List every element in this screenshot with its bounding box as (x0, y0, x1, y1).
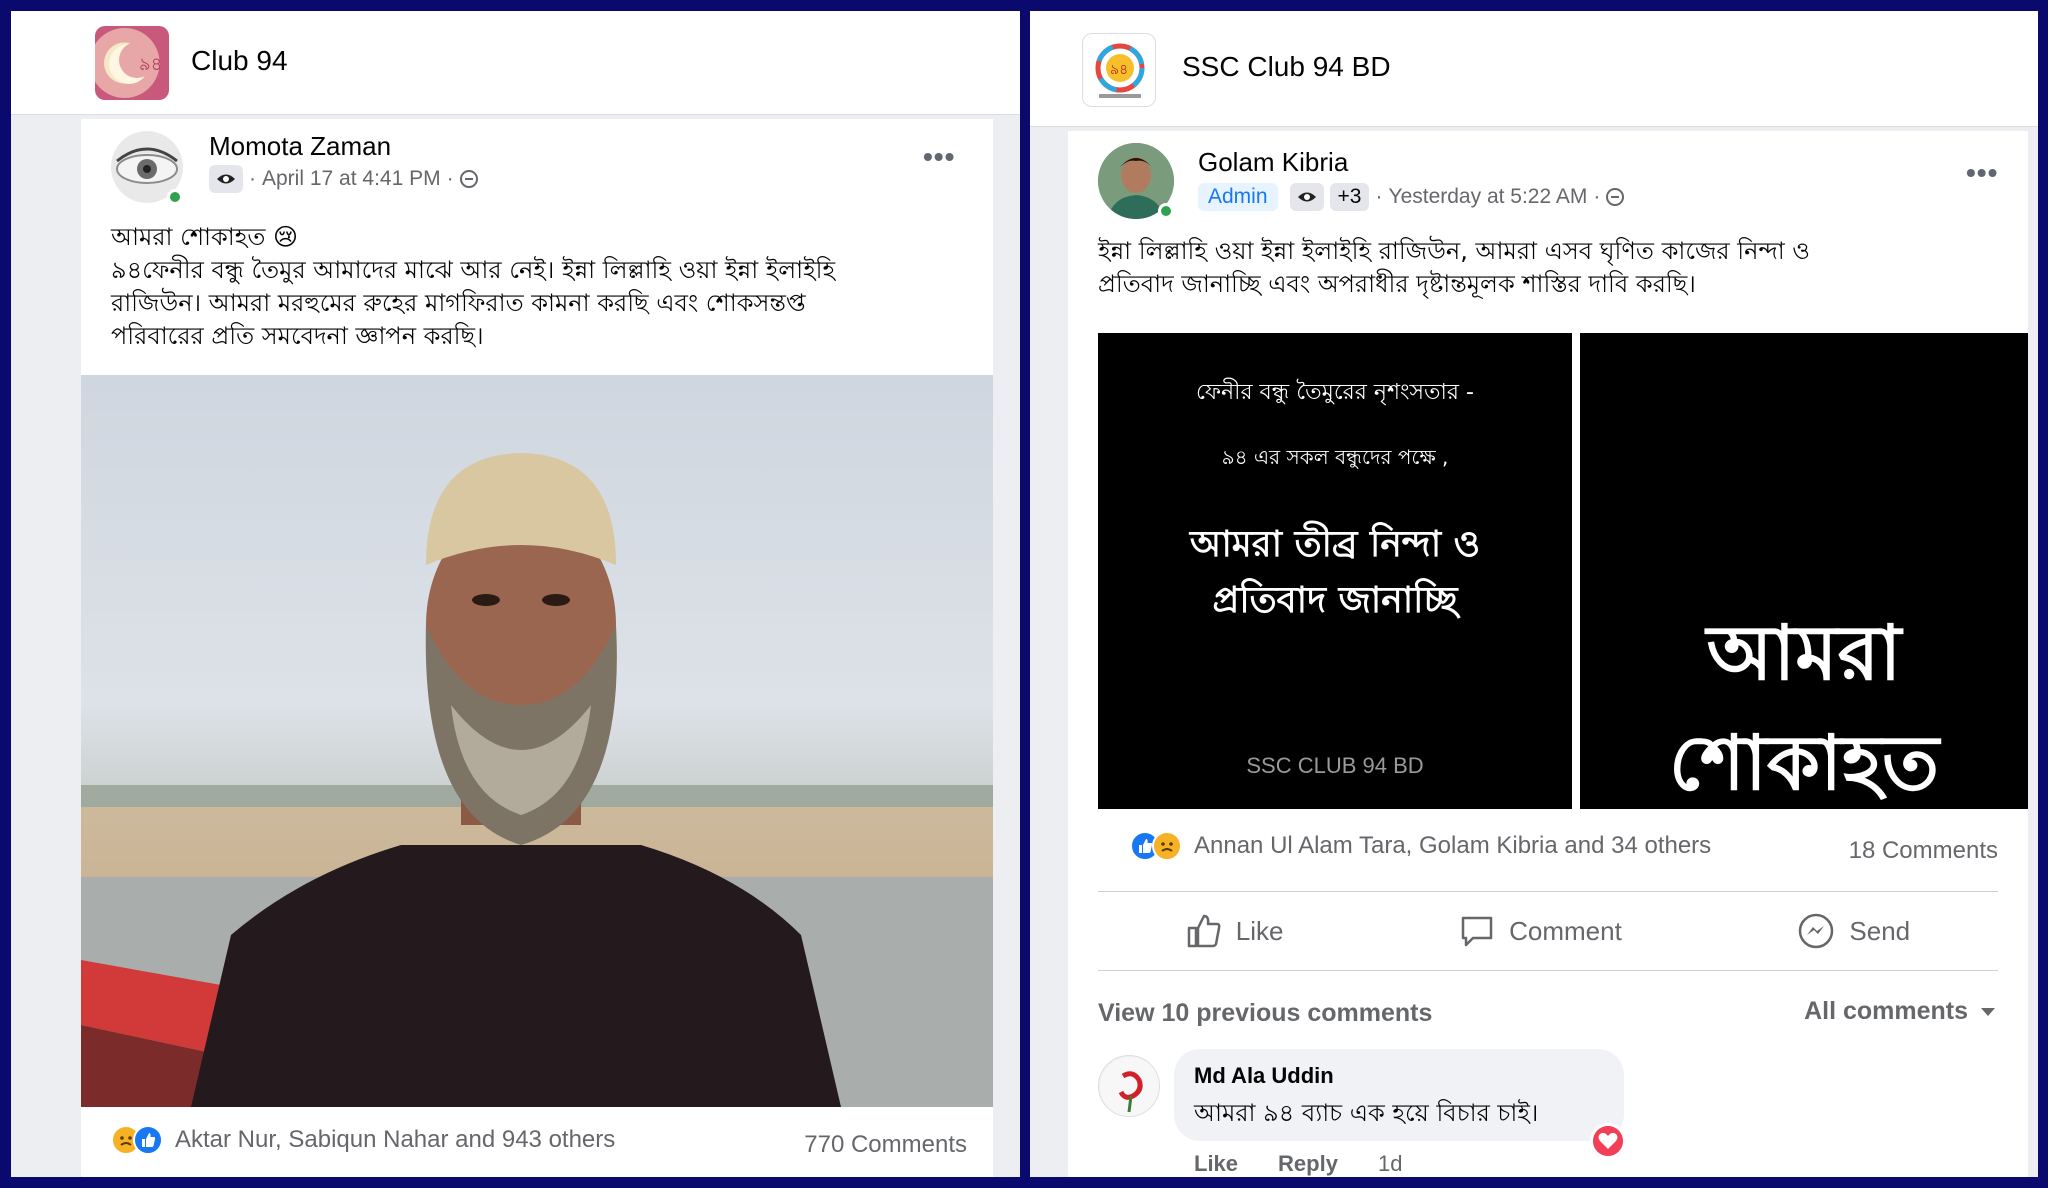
comment-bubble: Md Ala Uddin আমরা ৯৪ ব্যাচ এক হয়ে বিচার… (1174, 1049, 1624, 1141)
globe-icon (459, 170, 478, 188)
image-headline: প্রতিবাদ জানাচ্ছি (1212, 580, 1458, 621)
reaction-summary[interactable]: Annan Ul Alam Tara, Golam Kibria and 34 … (1130, 831, 1711, 861)
comment-author[interactable]: Md Ala Uddin (1194, 1063, 1334, 1089)
right-screenshot-panel: ৯৪ SSC Club 94 BD Golam Kibria Admin +3 … (1030, 11, 2038, 1177)
comment-label: Comment (1509, 915, 1622, 946)
post-text-line: পরিবারের প্রতি সমবেদনা জ্ঞাপন করছি। (111, 322, 484, 350)
image-headline: আমরা (1706, 608, 1902, 697)
comment-like-link[interactable]: Like (1194, 1151, 1238, 1177)
post-text: ইন্না লিল্লাহি ওয়া ইন্না ইলাইহি রাজিউন,… (1098, 235, 1810, 301)
crescent-icon: ৯৪ (109, 42, 162, 84)
post-card: Momota Zaman · April 17 at 4:41 PM · •••… (81, 119, 993, 1177)
send-label: Send (1849, 915, 1911, 946)
post-author-name[interactable]: Momota Zaman (209, 131, 391, 162)
group-logo[interactable]: ৯৪ (1082, 33, 1156, 107)
post-text-line: প্রতিবাদ জানাচ্ছি এবং অপরাধীর দৃষ্টান্তম… (1098, 270, 1696, 298)
rose-artwork-icon (1100, 1057, 1159, 1116)
image-caption-line: ফেনীর বন্ধু তৈমুরের নৃশংসতার - (1196, 380, 1474, 405)
sad-reaction-icon (1152, 831, 1182, 861)
group-logo[interactable]: ৯৪ (95, 26, 169, 100)
left-screenshot-panel: ৯৪ Club 94 Momota Zaman · April 17 at 4:… (11, 11, 1020, 1177)
comment-filter-dropdown[interactable]: All comments (1804, 997, 1996, 1026)
like-label: Like (1235, 915, 1284, 946)
post-meta: Admin +3 · Yesterday at 5:22 AM · (1198, 183, 1625, 211)
group-name[interactable]: Club 94 (191, 45, 288, 77)
comment-button[interactable]: Comment (1459, 914, 1622, 948)
online-status-dot (167, 189, 183, 205)
view-previous-comments-link[interactable]: View 10 previous comments (1098, 999, 1432, 1028)
post-author-name[interactable]: Golam Kibria (1198, 147, 1348, 178)
group-header: ৯৪ SSC Club 94 BD (1030, 11, 2038, 127)
comments-count[interactable]: 18 Comments (1849, 837, 1998, 865)
group-badge-icon[interactable] (1289, 183, 1324, 211)
post-card: Golam Kibria Admin +3 · Yesterday at 5:2… (1068, 131, 2028, 1177)
reaction-names: Annan Ul Alam Tara, Golam Kibria and 34 … (1194, 832, 1712, 859)
like-button[interactable]: Like (1186, 914, 1284, 948)
post-text-line: ইন্না লিল্লাহি ওয়া ইন্না ইলাইহি রাজিউন,… (1098, 237, 1810, 265)
group-header: ৯৪ Club 94 (11, 11, 1020, 115)
portrait-photo-icon (81, 453, 993, 1107)
send-button[interactable]: Send (1797, 912, 1910, 950)
post-text: আমরা শোকাহত 😢 ৯৪ফেনীর বন্ধু তৈমুর আমাদের… (111, 221, 835, 353)
chevron-down-icon (1981, 1007, 1995, 1016)
extra-badges[interactable]: +3 (1329, 183, 1370, 211)
svg-text:৯৪: ৯৪ (139, 54, 162, 75)
group-name[interactable]: SSC Club 94 BD (1182, 51, 1391, 83)
post-timestamp[interactable]: Yesterday at 5:22 AM (1388, 185, 1587, 209)
post-text-line: আমরা শোকাহত 😢 (111, 223, 299, 251)
post-text-line: রাজিউন। আমরা মরহুমের রুহের মাগফিরাত কামন… (111, 289, 806, 317)
post-image-1[interactable]: ফেনীর বন্ধু তৈমুরের নৃশংসতার - ৯৪ এর সকল… (1098, 333, 1572, 809)
globe-icon (1606, 188, 1625, 206)
image-watermark: SSC CLUB 94 BD (1246, 753, 1424, 778)
more-options-icon[interactable]: ••• (1966, 157, 1998, 189)
comment-time[interactable]: 1d (1378, 1151, 1402, 1177)
post-action-row: Like Comment Send (1098, 891, 1998, 971)
post-photo[interactable] (81, 375, 993, 1107)
like-reaction-icon (133, 1125, 163, 1155)
image-caption-line: ৯৪ এর সকল বন্ধুদের পক্ষে , (1221, 445, 1449, 469)
comment-text: আমরা ৯৪ ব্যাচ এক হয়ে বিচার চাই। (1194, 1099, 1539, 1127)
comment-actions: Like Reply 1d (1194, 1151, 1402, 1177)
commenter-avatar[interactable] (1098, 1055, 1160, 1117)
post-text-line: ৯৪ফেনীর বন্ধু তৈমুর আমাদের মাঝে আর নেই। … (111, 256, 836, 284)
more-options-icon[interactable]: ••• (923, 141, 955, 173)
image-headline: শোকাহত (1668, 718, 1939, 807)
reaction-summary[interactable]: Aktar Nur, Sabiqun Nahar and 943 others (111, 1125, 615, 1155)
comments-count[interactable]: 770 Comments (804, 1131, 967, 1159)
image-headline: আমরা তীব্র নিন্দা ও (1189, 524, 1481, 565)
messenger-icon (1799, 913, 1834, 949)
post-image-2[interactable]: আমরা শোকাহত (1580, 333, 2028, 809)
group-badge-icon[interactable] (209, 165, 243, 193)
heart-reaction-icon[interactable] (1590, 1123, 1626, 1159)
club-logo-icon: ৯৪ (1095, 43, 1145, 98)
comment-filter-label: All comments (1804, 997, 1968, 1025)
post-meta: · April 17 at 4:41 PM · (209, 165, 478, 193)
admin-badge[interactable]: Admin (1198, 183, 1278, 211)
post-timestamp[interactable]: April 17 at 4:41 PM (262, 167, 441, 191)
reaction-names: Aktar Nur, Sabiqun Nahar and 943 others (175, 1126, 616, 1153)
thumbs-up-icon (1187, 914, 1221, 948)
online-status-dot (1158, 203, 1174, 219)
comment-icon (1461, 916, 1493, 947)
svg-text:৯৪: ৯৪ (1110, 62, 1128, 78)
comment-reply-link[interactable]: Reply (1278, 1151, 1338, 1177)
